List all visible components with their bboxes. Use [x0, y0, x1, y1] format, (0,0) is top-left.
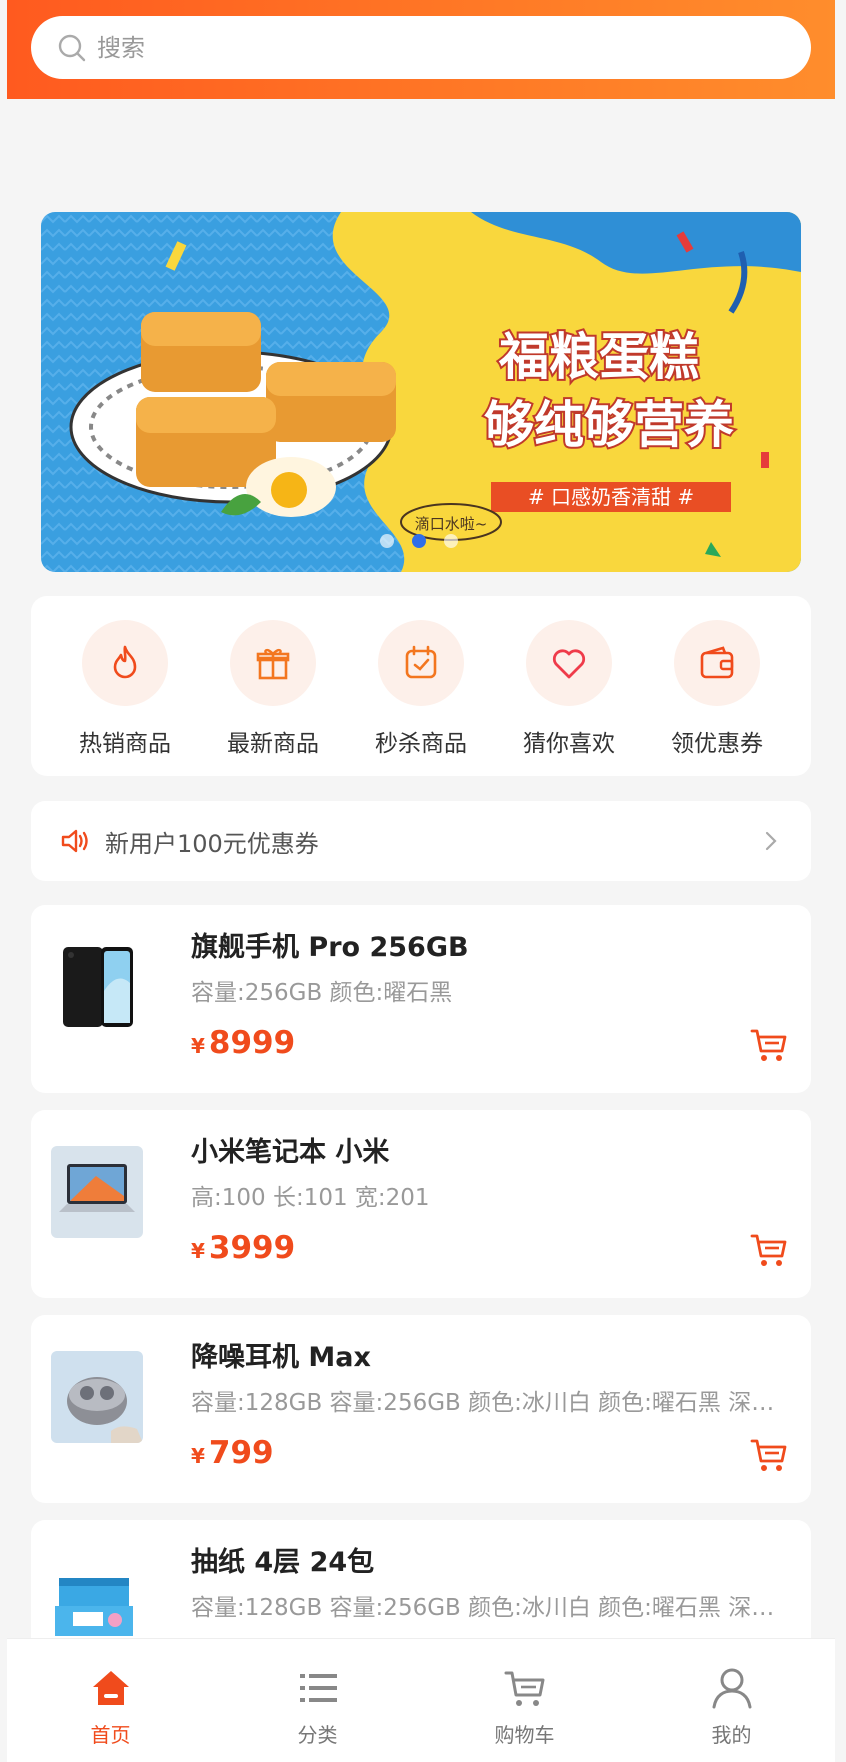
product-price: ¥3999 [191, 1230, 295, 1266]
coupon-notice[interactable]: 新用户100元优惠券 [31, 801, 811, 881]
tab-profile[interactable]: 我的 [628, 1639, 835, 1762]
wallet-icon [700, 646, 734, 679]
quick-nav-new[interactable]: 最新商品 [208, 620, 338, 776]
home-icon [92, 1671, 129, 1705]
carousel-dot[interactable] [380, 534, 394, 548]
currency-symbol: ¥ [191, 1239, 205, 1263]
gift-icon [256, 648, 290, 680]
product-price: ¥799 [191, 1435, 274, 1471]
tab-label: 首页 [90, 1723, 131, 1747]
carousel-dot[interactable] [444, 534, 458, 548]
quick-nav-label: 猜你喜欢 [523, 731, 615, 757]
header-bar [7, 0, 835, 99]
fire-icon [113, 645, 137, 679]
add-to-cart-icon[interactable] [749, 1230, 789, 1270]
cart-icon [504, 1671, 544, 1706]
banner-tagline: # 口感奶香清甜 # [528, 485, 694, 509]
tab-label: 分类 [297, 1723, 338, 1747]
speaker-icon [61, 829, 88, 853]
product-spec: 容量:128GB 容量:256GB 颜色:冰川白 颜色:曜石黑 深空灰 [191, 1390, 781, 1416]
quick-nav-flash[interactable]: 秒杀商品 [356, 620, 486, 776]
tab-home[interactable]: 首页 [7, 1639, 214, 1762]
product-card[interactable]: 小米笔记本 小米 高:100 长:101 宽:201 ¥3999 [31, 1110, 811, 1298]
product-spec: 高:100 长:101 宽:201 [191, 1185, 430, 1211]
quick-nav-label: 秒杀商品 [375, 731, 467, 757]
carousel-dot-active[interactable] [412, 534, 426, 548]
quick-nav-label: 最新商品 [227, 731, 319, 757]
banner-image: 福粮蛋糕 够纯够营养 # 口感奶香清甜 # 滴口水啦~ [41, 212, 801, 572]
price-value: 3999 [208, 1230, 296, 1266]
product-name[interactable]: 降噪耳机 Max [191, 1335, 371, 1374]
product-image-laptop[interactable] [51, 1146, 143, 1238]
search-input[interactable] [97, 33, 697, 62]
quick-nav: 热销商品 最新商品 秒杀商品 猜你喜欢 领优惠券 [31, 596, 811, 776]
product-name[interactable]: 抽纸 4层 24包 [191, 1540, 374, 1579]
quick-nav-like[interactable]: 猜你喜欢 [504, 620, 634, 776]
notice-text: 新用户100元优惠券 [105, 829, 319, 858]
product-card[interactable]: 旗舰手机 Pro 256GB 容量:256GB 颜色:曜石黑 ¥8999 [31, 905, 811, 1093]
product-name[interactable]: 旗舰手机 Pro 256GB [191, 925, 469, 964]
banner-badge: 滴口水啦~ [415, 515, 488, 533]
quick-nav-label: 领优惠券 [671, 731, 763, 757]
quick-nav-coupon[interactable]: 领优惠券 [652, 620, 782, 776]
bottom-tab-bar: 首页 分类 购物车 我的 [7, 1638, 835, 1762]
product-image-earbuds[interactable] [51, 1351, 143, 1443]
banner-headline-1: 福粮蛋糕 [498, 328, 699, 386]
add-to-cart-icon[interactable] [749, 1435, 789, 1475]
tab-cart[interactable]: 购物车 [421, 1639, 628, 1762]
quick-nav-label: 热销商品 [79, 731, 171, 757]
product-name[interactable]: 小米笔记本 小米 [191, 1130, 389, 1169]
quick-nav-hot[interactable]: 热销商品 [60, 620, 190, 776]
tab-category[interactable]: 分类 [214, 1639, 421, 1762]
product-card[interactable]: 降噪耳机 Max 容量:128GB 容量:256GB 颜色:冰川白 颜色:曜石黑… [31, 1315, 811, 1503]
search-bar[interactable] [31, 16, 811, 79]
product-spec: 容量:256GB 颜色:曜石黑 [191, 980, 453, 1006]
product-image-tissue[interactable] [51, 1556, 143, 1648]
currency-symbol: ¥ [191, 1034, 205, 1058]
add-to-cart-icon[interactable] [749, 1025, 789, 1065]
currency-symbol: ¥ [191, 1444, 205, 1468]
heart-icon [552, 649, 586, 679]
product-spec: 容量:128GB 容量:256GB 颜色:冰川白 颜色:曜石黑 深空灰 [191, 1595, 781, 1621]
app-page: 福粮蛋糕 够纯够营养 # 口感奶香清甜 # 滴口水啦~ 热销商品 [7, 0, 835, 1762]
price-value: 8999 [208, 1025, 296, 1061]
calendar-check-icon [405, 645, 437, 679]
chevron-right-icon [765, 831, 777, 851]
tab-label: 购物车 [494, 1723, 555, 1747]
promo-banner[interactable]: 福粮蛋糕 够纯够营养 # 口感奶香清甜 # 滴口水啦~ [41, 212, 801, 572]
product-price: ¥8999 [191, 1025, 295, 1061]
tab-label: 我的 [711, 1723, 752, 1747]
user-icon [712, 1668, 751, 1709]
price-value: 799 [208, 1435, 274, 1471]
list-icon [299, 1674, 337, 1702]
carousel-dots [380, 534, 458, 548]
search-icon [58, 34, 86, 61]
product-image-phone[interactable] [51, 941, 143, 1033]
banner-headline-2: 够纯够营养 [484, 396, 734, 454]
